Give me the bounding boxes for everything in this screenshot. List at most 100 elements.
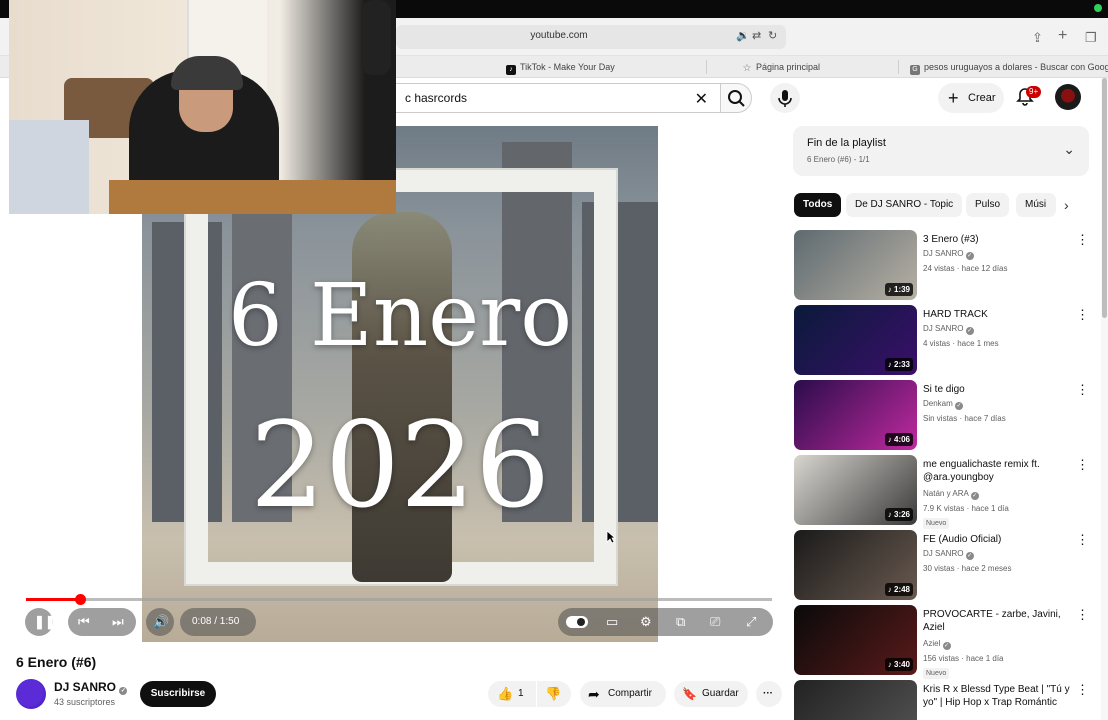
create-label: Crear [968, 92, 996, 104]
cam-microphone [361, 0, 391, 75]
video-title: 6 Enero (#6) [16, 654, 97, 670]
video-overlay-title: 6 Enero [228, 266, 572, 366]
progress-fill [26, 598, 81, 601]
search-box[interactable]: c hasrcords ✕ [380, 83, 720, 113]
video-thumbnail[interactable] [794, 680, 917, 720]
volume-button[interactable]: 🔊 [146, 608, 174, 636]
recommendation-item[interactable]: Kris R x Blessd Type Beat | "Tú y yo" | … [794, 680, 1094, 720]
share-button[interactable]: ➦ Compartir [580, 681, 666, 707]
share-icon[interactable]: ⇪ [1032, 30, 1043, 46]
airplay-icon[interactable]: ⎚ [710, 613, 720, 631]
video-thumbnail[interactable]: ♪ 1:39 [794, 230, 917, 300]
more-options-icon[interactable]: ⋮ [1076, 232, 1089, 248]
account-avatar[interactable] [1055, 84, 1081, 110]
save-label: Guardar [702, 688, 739, 699]
recommendation-item[interactable]: ♪ 2:33 HARD TRACK DJ SANRO ✓ 4 vistas · hac… [794, 305, 1094, 375]
recommendation-channel[interactable]: DJ SANRO ✓ [923, 324, 974, 335]
dislike-button[interactable]: 👎 [537, 681, 571, 707]
recommendation-meta: 30 vistas · hace 2 meses [923, 564, 1012, 573]
chip-todos[interactable]: Todos [794, 193, 842, 217]
screen: youtube.com 🔉 ⇄ ↻ ⇪ + ❐ ♪ TikTok - Make Y… [0, 0, 1108, 720]
mouse-cursor-icon [606, 530, 616, 544]
recommendation-channel[interactable]: Denkam ✓ [923, 399, 964, 410]
channel-avatar[interactable] [16, 679, 46, 709]
video-thumbnail[interactable]: ♪ 2:33 [794, 305, 917, 375]
more-options-icon[interactable]: ⋮ [1076, 457, 1089, 473]
video-thumbnail[interactable]: ♪ 3:40 [794, 605, 917, 675]
channel-name[interactable]: DJ SANRO ✓ [54, 680, 128, 695]
scrollbar[interactable] [1101, 78, 1108, 720]
subtitles-icon[interactable]: ▭ [606, 613, 618, 631]
recommendation-title[interactable]: 3 Enero (#3) [923, 233, 1073, 246]
recommendation-title[interactable]: Si te digo [923, 383, 1073, 396]
chevron-down-icon[interactable]: ⌄ [1063, 141, 1075, 158]
search-input[interactable]: c hasrcords [405, 91, 467, 105]
tab-home[interactable]: ☆ Página principal [742, 56, 892, 78]
more-options-icon[interactable]: ⋮ [1076, 382, 1089, 398]
more-options-icon[interactable]: ⋮ [1076, 307, 1089, 323]
recommendation-title[interactable]: HARD TRACK [923, 308, 1073, 321]
recommendation-title[interactable]: Kris R x Blessd Type Beat | "Tú y yo" | … [923, 683, 1073, 709]
recommendation-meta: 24 vistas · hace 12 días [923, 264, 1008, 273]
address-bar[interactable]: youtube.com 🔉 ⇄ ↻ [396, 25, 786, 49]
tab-label: TikTok - Make Your Day [520, 62, 615, 72]
recommendation-item[interactable]: ♪ 3:40 PROVOCARTE - zarbe, Javini, Aziel A… [794, 605, 1094, 679]
subscriber-count: 43 suscriptores [54, 697, 116, 707]
url-text: youtube.com [530, 30, 588, 41]
speaker-icon[interactable]: 🔉 [736, 29, 750, 42]
recommendation-channel[interactable]: DJ SANRO ✓ [923, 549, 974, 560]
settings-icon[interactable]: ⚙ [640, 613, 652, 631]
tab-label: Página principal [756, 62, 821, 72]
new-tab-icon[interactable]: + [1058, 27, 1067, 45]
chip-musica[interactable]: Músi [1016, 193, 1056, 217]
tab-separator [706, 60, 707, 74]
recommendation-item[interactable]: ♪ 3:26 me engualichaste remix ft. @ara.yo… [794, 455, 1094, 529]
previous-icon[interactable]: ⏮ [78, 613, 90, 631]
voice-search-button[interactable] [770, 83, 800, 113]
translate-icon[interactable]: ⇄ [752, 29, 761, 42]
chevron-right-icon[interactable]: › [1064, 197, 1069, 213]
video-thumbnail[interactable]: ♪ 2:48 [794, 530, 917, 600]
share-arrow-icon: ➦ [588, 686, 600, 702]
search-button[interactable] [720, 83, 752, 113]
clear-search-icon[interactable]: ✕ [695, 89, 708, 109]
recommendation-title[interactable]: PROVOCARTE - zarbe, Javini, Aziel [923, 608, 1073, 634]
recommendation-channel[interactable]: DJ SANRO ✓ [923, 249, 974, 260]
duration-badge: ♪ 3:40 [884, 658, 913, 671]
tabs-overview-icon[interactable]: ❐ [1085, 30, 1097, 46]
more-options-icon[interactable]: ⋮ [1076, 607, 1089, 623]
chip-pulso[interactable]: Pulso [966, 193, 1010, 217]
like-button[interactable]: 👍 1 [488, 681, 536, 707]
recommendation-title[interactable]: me engualichaste remix ft. @ara.youngboy [923, 458, 1073, 484]
progress-bar[interactable] [26, 594, 772, 605]
more-options-icon[interactable]: ⋮ [1076, 532, 1089, 548]
miniplayer-icon[interactable]: ⧉ [676, 613, 685, 631]
recommendation-channel[interactable]: Aziel ✓ [923, 639, 951, 650]
recommendation-channel[interactable]: Natán y ARA ✓ [923, 489, 979, 500]
progress-scrubber[interactable] [75, 594, 87, 605]
reload-icon[interactable]: ↻ [768, 29, 777, 42]
verified-icon: ✓ [965, 552, 974, 560]
create-button[interactable]: + Crear [938, 83, 1004, 113]
playlist-panel[interactable]: Fin de la playlist 6 Enero (#6) - 1/1 ⌄ [793, 126, 1089, 176]
recommendation-title[interactable]: FE (Audio Oficial) [923, 533, 1073, 546]
recommendation-item[interactable]: ♪ 2:48 FE (Audio Oficial) DJ SANRO ✓ 30 vis… [794, 530, 1094, 600]
save-button[interactable]: 🔖 Guardar [674, 681, 748, 707]
more-actions-button[interactable]: ··· [756, 681, 782, 707]
video-thumbnail[interactable]: ♪ 3:26 [794, 455, 917, 525]
tab-tiktok[interactable]: ♪ TikTok - Make Your Day [506, 56, 706, 78]
video-thumbnail[interactable]: ♪ 4:06 [794, 380, 917, 450]
scrollbar-thumb[interactable] [1102, 78, 1107, 318]
next-icon[interactable]: ⏭ [112, 613, 124, 631]
recommendation-item[interactable]: ♪ 1:39 3 Enero (#3) DJ SANRO ✓ 24 vistas · … [794, 230, 1094, 300]
recommendation-item[interactable]: ♪ 4:06 Si te digo Denkam ✓ Sin vistas · hac… [794, 380, 1094, 450]
autoplay-toggle[interactable] [566, 616, 588, 628]
playlist-title: Fin de la playlist [807, 137, 886, 149]
more-options-icon[interactable]: ⋮ [1076, 682, 1089, 698]
chip-channel-topic[interactable]: De DJ SANRO - Topic [846, 193, 963, 217]
fullscreen-icon[interactable]: ⤢ [746, 613, 756, 631]
cam-bed [9, 120, 89, 214]
tab-google[interactable]: Gpesos uruguayos a dolares - Buscar con … [910, 56, 1108, 78]
subscribe-button[interactable]: Suscribirse [140, 681, 216, 707]
pause-button[interactable]: ❚❚ [25, 608, 56, 636]
